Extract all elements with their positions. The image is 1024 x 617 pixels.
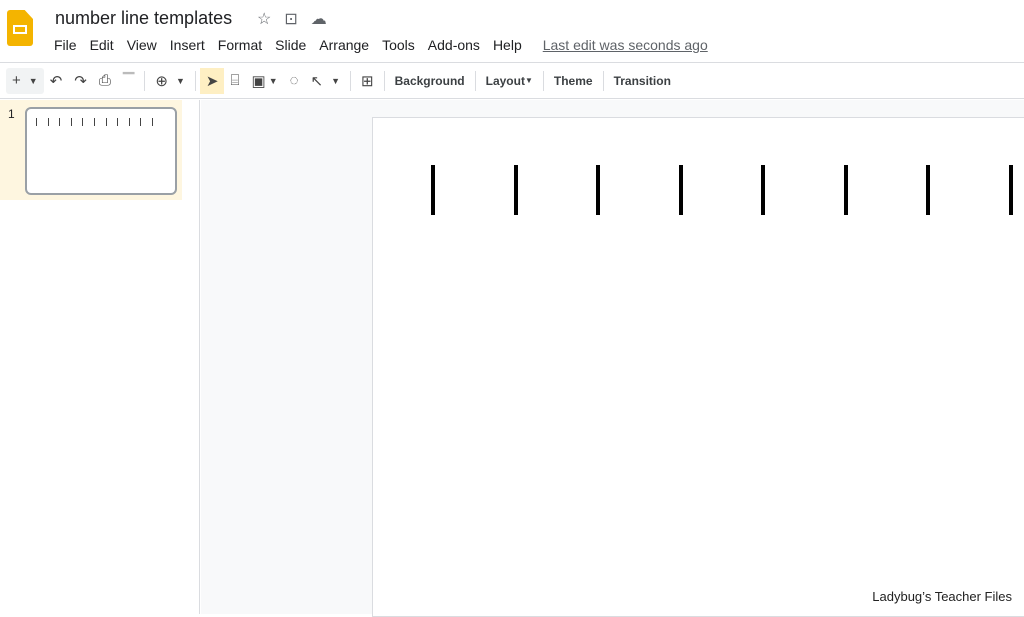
new-slide-button[interactable]: + ▼ — [6, 67, 44, 94]
thumb-tick — [128, 118, 130, 126]
number-line-tick[interactable] — [431, 165, 435, 215]
menu-bar: File Edit View Insert Format Slide Arran… — [54, 37, 721, 53]
menu-insert[interactable]: Insert — [170, 37, 205, 53]
layout-button[interactable]: Layout ▼ — [480, 68, 539, 94]
thumb-tick — [94, 118, 95, 126]
background-button[interactable]: Background — [389, 68, 471, 94]
chevron-down-icon: ▼ — [524, 76, 533, 85]
number-line-tick[interactable] — [926, 165, 930, 215]
number-line-tick[interactable] — [513, 165, 518, 215]
thumb-tick — [105, 118, 107, 126]
number-line-tick[interactable] — [761, 165, 765, 215]
layout-label: Layout — [485, 73, 525, 88]
menu-view[interactable]: View — [127, 37, 157, 53]
editor-canvas — [201, 100, 1024, 617]
cloud-status-icon[interactable]: ☁ — [311, 9, 327, 29]
thumb-tick — [140, 118, 142, 126]
shape-icon[interactable]: ◌ — [284, 68, 305, 94]
text-box-icon[interactable]: ⌸ — [224, 68, 245, 94]
slide-thumbnail[interactable] — [25, 107, 177, 195]
last-edit-link[interactable]: Last edit was seconds ago — [543, 37, 708, 53]
thumb-tick — [70, 118, 72, 126]
transition-button[interactable]: Transition — [608, 68, 677, 94]
menu-help[interactable]: Help — [493, 37, 522, 53]
image-icon[interactable]: ▣ ▼ — [246, 68, 284, 94]
line-icon[interactable]: ↖ ▼ — [305, 68, 347, 94]
number-line-tick[interactable] — [678, 165, 683, 215]
menu-format[interactable]: Format — [218, 37, 262, 53]
number-line-tick[interactable] — [596, 165, 600, 215]
menu-addons[interactable]: Add-ons — [428, 37, 480, 53]
menu-file[interactable]: File — [54, 37, 77, 53]
thumb-tick — [47, 118, 49, 126]
theme-button[interactable]: Theme — [548, 68, 599, 94]
select-cursor-icon[interactable]: ➤ — [199, 67, 225, 94]
slide-thumbnail-row[interactable]: 1 — [0, 100, 182, 200]
slides-logo[interactable] — [7, 10, 33, 46]
print-icon[interactable]: ⎙ — [93, 68, 117, 94]
move-folder-icon[interactable]: ⊡ — [284, 9, 297, 29]
comment-icon[interactable]: ⊞ — [355, 68, 380, 94]
filmstrip: 1 — [0, 100, 200, 614]
menu-slide[interactable]: Slide — [275, 37, 306, 53]
menu-edit[interactable]: Edit — [90, 37, 114, 53]
undo-icon[interactable]: ↶ — [44, 68, 69, 94]
star-icon[interactable]: ☆ — [257, 9, 271, 29]
slide[interactable] — [372, 117, 1024, 617]
thumb-tick — [82, 118, 84, 126]
thumb-tick — [152, 118, 153, 126]
number-line-tick[interactable] — [1008, 165, 1013, 215]
document-title[interactable]: number line templates — [55, 8, 232, 29]
watermark: Ladybug’s Teacher Files — [872, 589, 1012, 604]
number-line-tick[interactable] — [843, 165, 848, 215]
thumb-tick — [117, 118, 119, 126]
redo-icon[interactable]: ↷ — [68, 68, 93, 94]
menu-tools[interactable]: Tools — [382, 37, 415, 53]
slide-number: 1 — [8, 107, 15, 121]
thumb-tick — [36, 118, 37, 126]
toolbar: + ▼ ↶ ↷ ⎙ ▔ ⊕ ▼ ➤ ⌸ ▣ ▼ ◌ ↖ ▼ ⊞ Backgrou… — [0, 62, 1024, 99]
paint-format-icon[interactable]: ▔ — [117, 68, 141, 94]
thumb-tick — [59, 118, 61, 126]
menu-arrange[interactable]: Arrange — [319, 37, 369, 53]
zoom-icon[interactable]: ⊕ ▼ — [149, 68, 191, 94]
